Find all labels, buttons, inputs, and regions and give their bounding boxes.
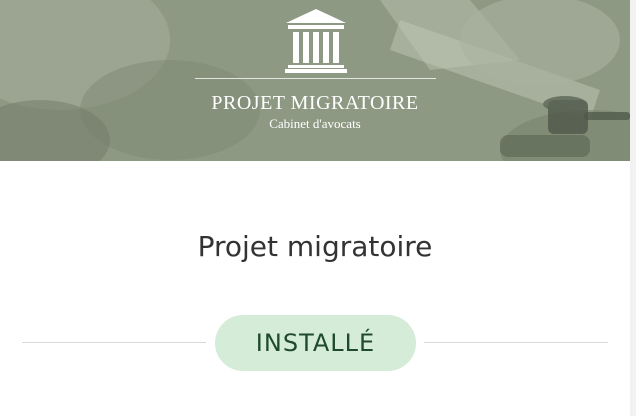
logo-divider bbox=[195, 78, 436, 79]
divider-left bbox=[22, 342, 206, 343]
firm-subtitle: Cabinet d'avocats bbox=[269, 116, 361, 131]
app-title: Projet migratoire bbox=[197, 230, 433, 263]
app-card[interactable]: PROJET MIGRATOIRE Cabinet d'avocats Proj… bbox=[0, 0, 630, 416]
firm-name: PROJET MIGRATOIRE bbox=[211, 92, 419, 114]
courthouse-columns-icon bbox=[285, 9, 347, 73]
divider-right bbox=[424, 342, 608, 343]
installed-status-badge: INSTALLÉ bbox=[215, 315, 416, 371]
app-banner: PROJET MIGRATOIRE Cabinet d'avocats bbox=[0, 0, 630, 161]
